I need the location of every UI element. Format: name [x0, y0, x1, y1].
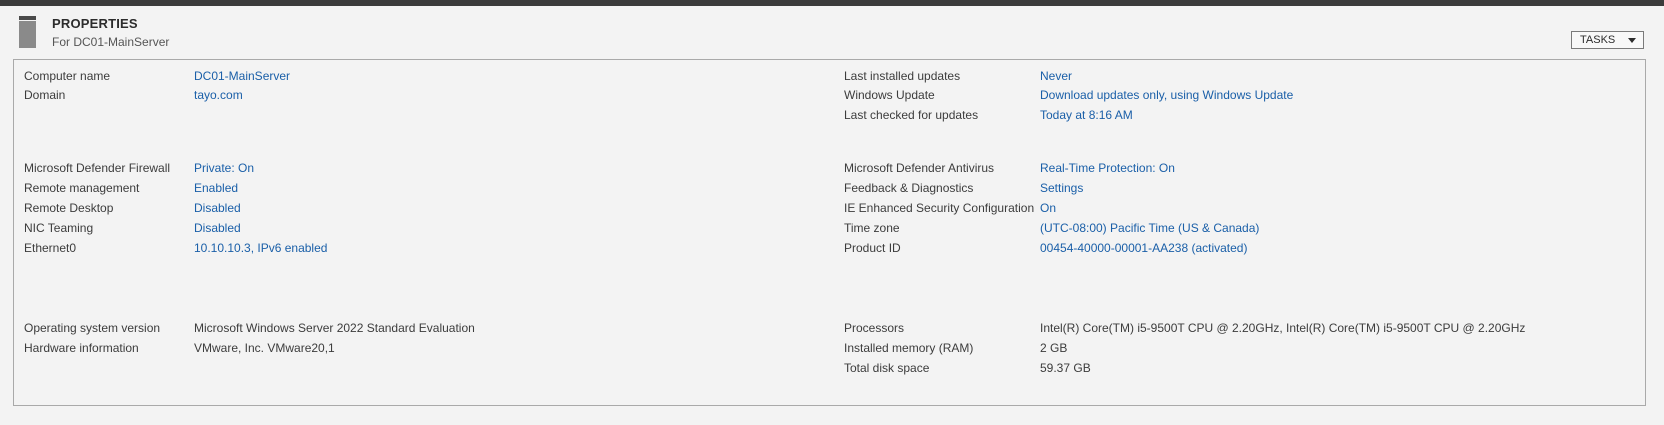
memory-value: 2 GB: [1040, 341, 1068, 355]
processors-value: Intel(R) Core(TM) i5-9500T CPU @ 2.20GHz…: [1040, 321, 1526, 335]
property-label: Microsoft Defender Antivirus: [844, 161, 995, 175]
property-label: Ethernet0: [24, 241, 77, 255]
property-label: Windows Update: [844, 88, 935, 102]
disk-value: 59.37 GB: [1040, 361, 1091, 375]
property-label: Feedback & Diagnostics: [844, 181, 974, 195]
ie-esc-link[interactable]: On: [1040, 200, 1056, 216]
property-label: Last installed updates: [844, 69, 961, 83]
property-label: Installed memory (RAM): [844, 341, 974, 355]
property-label: Hardware information: [24, 341, 139, 355]
time-zone-link[interactable]: (UTC-08:00) Pacific Time (US & Canada): [1040, 220, 1259, 236]
property-label: Last checked for updates: [844, 108, 979, 122]
property-label: Remote management: [24, 181, 140, 195]
property-label: Microsoft Defender Firewall: [24, 161, 171, 175]
tasks-label: TASKS: [1580, 34, 1616, 46]
property-label: Computer name: [24, 69, 111, 83]
page-title: PROPERTIES: [52, 16, 138, 31]
antivirus-link[interactable]: Real-Time Protection: On: [1040, 160, 1175, 176]
chevron-down-icon: [1628, 38, 1636, 43]
remote-management-link[interactable]: Enabled: [194, 180, 238, 196]
property-label: IE Enhanced Security Configuration: [844, 201, 1035, 215]
server-icon: [19, 16, 36, 48]
ethernet0-link[interactable]: 10.10.10.3, IPv6 enabled: [194, 240, 327, 256]
windows-update-link[interactable]: Download updates only, using Windows Upd…: [1040, 87, 1293, 103]
hardware-value: VMware, Inc. VMware20,1: [194, 341, 335, 355]
tasks-button[interactable]: TASKS: [1571, 31, 1644, 49]
remote-desktop-link[interactable]: Disabled: [194, 200, 241, 216]
feedback-link[interactable]: Settings: [1040, 180, 1083, 196]
firewall-link[interactable]: Private: On: [194, 160, 254, 176]
property-label: Product ID: [844, 241, 901, 255]
property-label: Domain: [24, 88, 66, 102]
property-label: Processors: [844, 321, 905, 335]
last-installed-updates-link[interactable]: Never: [1040, 68, 1072, 84]
last-checked-link[interactable]: Today at 8:16 AM: [1040, 107, 1133, 123]
property-label: Total disk space: [844, 361, 930, 375]
top-bar: [0, 0, 1664, 6]
os-version-value: Microsoft Windows Server 2022 Standard E…: [194, 321, 475, 335]
product-id-link[interactable]: 00454-40000-00001-AA238 (activated): [1040, 240, 1247, 256]
domain-link[interactable]: tayo.com: [194, 87, 243, 103]
computer-name-link[interactable]: DC01-MainServer: [194, 68, 290, 84]
nic-teaming-link[interactable]: Disabled: [194, 220, 241, 236]
property-label: Remote Desktop: [24, 201, 114, 215]
property-label: Operating system version: [24, 321, 161, 335]
property-label: NIC Teaming: [24, 221, 94, 235]
property-label: Time zone: [844, 221, 900, 235]
page-subtitle: For DC01-MainServer: [52, 35, 170, 49]
